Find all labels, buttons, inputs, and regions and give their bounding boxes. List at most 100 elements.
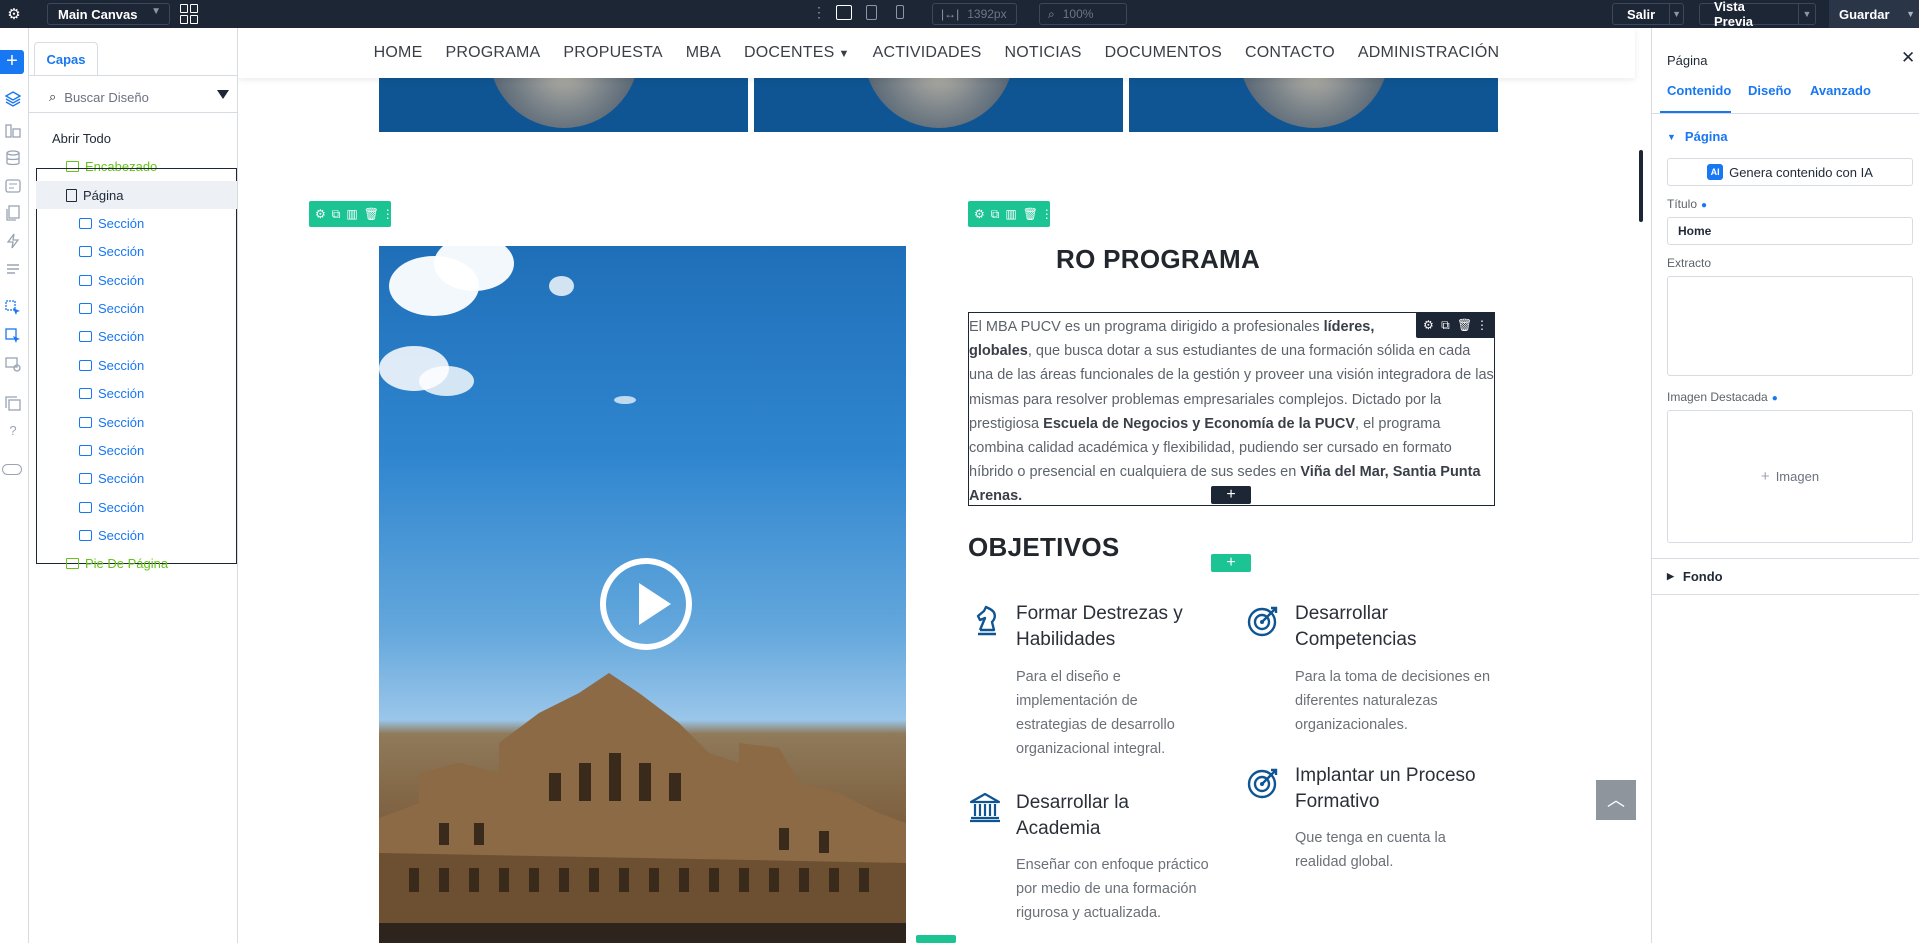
featured-image-picker[interactable]: + Imagen: [1667, 410, 1913, 543]
left-tool-rail: + ?: [0, 28, 29, 943]
save-button[interactable]: Guardar ▼: [1829, 0, 1919, 28]
nav-noticias[interactable]: NOTICIAS: [1005, 44, 1082, 62]
add-element-button[interactable]: +: [0, 50, 24, 74]
duplicate-icon[interactable]: ⧉: [991, 207, 1000, 222]
design-canvas[interactable]: HOME PROGRAMA PROPUESTA MBA DOCENTES ▼ AC…: [238, 28, 1651, 943]
desktop-device-icon[interactable]: [836, 5, 852, 20]
layer-section[interactable]: Sección: [29, 436, 238, 464]
columns-icon[interactable]: ▥: [1005, 207, 1016, 221]
back-to-top-button[interactable]: ︿: [1596, 780, 1636, 820]
chevron-down-icon[interactable]: ▼: [1797, 4, 1815, 24]
mobile-device-icon[interactable]: [896, 5, 904, 19]
campus-photo-circle: [864, 78, 1014, 128]
nav-programa[interactable]: PROGRAMA: [445, 44, 540, 62]
plus-icon: +: [1760, 468, 1770, 485]
nav-docentes[interactable]: DOCENTES ▼: [744, 44, 850, 62]
section-background-toggle[interactable]: ▶ Fondo: [1667, 569, 1723, 584]
forms-icon[interactable]: [5, 178, 21, 194]
tab-design[interactable]: Diseño: [1748, 83, 1791, 98]
multi-select-icon[interactable]: [5, 328, 21, 344]
gear-icon[interactable]: ⚙: [315, 207, 326, 221]
close-icon[interactable]: ✕: [1901, 48, 1915, 68]
tab-content[interactable]: Contenido: [1667, 83, 1731, 98]
layer-section[interactable]: Sección: [29, 237, 238, 265]
layer-page[interactable]: Página: [36, 181, 237, 209]
pages-icon[interactable]: [5, 205, 21, 221]
layer-section[interactable]: Sección: [29, 521, 238, 549]
tab-layers[interactable]: Capas: [34, 42, 98, 76]
cloud: [549, 276, 574, 296]
tab-advanced[interactable]: Avanzado: [1810, 83, 1871, 98]
more-vertical-icon[interactable]: ⋮: [1041, 207, 1053, 221]
intro-paragraph: El MBA PUCV es un programa dirigido a pr…: [969, 319, 1494, 505]
campus-video-image[interactable]: [379, 246, 906, 943]
grid-view-icon[interactable]: [180, 4, 200, 24]
stack-icon[interactable]: [5, 396, 21, 412]
program-intro-text[interactable]: El MBA PUCV es un programa dirigido a pr…: [968, 312, 1495, 506]
templates-icon[interactable]: [5, 356, 21, 372]
layer-section[interactable]: Sección: [29, 209, 238, 237]
layer-footer[interactable]: Pie De Página: [29, 549, 238, 577]
layers-icon[interactable]: [5, 91, 21, 107]
canvas-width-field[interactable]: |↔| 1392px: [932, 3, 1017, 25]
assets-icon[interactable]: [5, 123, 21, 139]
objective-desc: Enseñar con enfoque práctico por medio d…: [1016, 857, 1209, 921]
caret-down-icon: ▼: [1667, 131, 1676, 142]
excerpt-textarea[interactable]: [1667, 276, 1913, 376]
add-element-button[interactable]: [916, 935, 956, 943]
chevron-down-icon[interactable]: ▼: [1906, 9, 1915, 19]
nav-documentos[interactable]: DOCUMENTOS: [1105, 44, 1222, 62]
nav-propuesta[interactable]: PROPUESTA: [563, 44, 662, 62]
layer-section[interactable]: Sección: [29, 294, 238, 322]
trash-icon[interactable]: 🗑: [1023, 207, 1038, 221]
layer-section[interactable]: Sección: [29, 379, 238, 407]
nav-mba[interactable]: MBA: [686, 44, 721, 62]
preview-button[interactable]: Vista Previa ▼: [1699, 0, 1816, 29]
help-icon[interactable]: ?: [5, 423, 21, 439]
layer-section[interactable]: Sección: [29, 322, 238, 350]
trash-icon[interactable]: 🗑: [364, 207, 379, 221]
canvas-scrollbar[interactable]: [1639, 150, 1643, 222]
duplicate-icon[interactable]: ⧉: [332, 207, 341, 222]
excerpt-label: Extracto: [1667, 256, 1712, 270]
interactions-bolt-icon[interactable]: [5, 233, 21, 249]
nav-actividades[interactable]: ACTIVIDADES: [873, 44, 982, 62]
zoom-icon: ⌕: [1048, 6, 1055, 21]
layer-section[interactable]: Sección: [29, 408, 238, 436]
filter-icon[interactable]: [217, 90, 229, 99]
settings-gear-icon[interactable]: ⚙: [0, 0, 28, 28]
play-video-button[interactable]: [600, 558, 692, 650]
nav-administracion[interactable]: ADMINISTRACIÓN: [1358, 44, 1499, 62]
generate-ai-button[interactable]: AI Genera contenido con IA: [1667, 158, 1913, 186]
more-vertical-icon[interactable]: ⋮: [382, 207, 394, 221]
university-building: [379, 673, 906, 943]
layer-section[interactable]: Sección: [29, 464, 238, 492]
nav-contacto[interactable]: CONTACTO: [1245, 44, 1335, 62]
tablet-device-icon[interactable]: [866, 5, 877, 20]
add-element-below-button[interactable]: +: [1211, 486, 1251, 504]
open-all-toggle[interactable]: Abrir Todo: [52, 124, 261, 152]
duplicate-icon[interactable]: ⧉: [1441, 318, 1450, 333]
gear-icon[interactable]: ⚙: [1423, 318, 1434, 332]
nav-home[interactable]: HOME: [374, 44, 423, 62]
layer-section[interactable]: Sección: [29, 266, 238, 294]
section-page-toggle[interactable]: ▼ Página: [1667, 129, 1728, 144]
add-element-button[interactable]: +: [1211, 554, 1251, 572]
drag-handle-icon[interactable]: ⋮: [812, 4, 826, 21]
layer-section[interactable]: Sección: [29, 493, 238, 521]
trash-icon[interactable]: 🗑: [1457, 318, 1472, 332]
columns-icon[interactable]: ▥: [346, 207, 357, 221]
database-icon[interactable]: [5, 150, 21, 166]
exit-button[interactable]: Salir ▼: [1612, 3, 1684, 25]
list-icon[interactable]: [5, 261, 21, 277]
canvas-select[interactable]: Main Canvas ▼: [47, 3, 170, 25]
title-input[interactable]: [1667, 217, 1913, 245]
layer-section[interactable]: Sección: [29, 351, 238, 379]
more-vertical-icon[interactable]: ⋮: [1476, 318, 1488, 332]
gear-icon[interactable]: ⚙: [974, 207, 985, 221]
select-cursor-icon[interactable]: [5, 300, 21, 316]
layers-search[interactable]: ⌕ Buscar Diseño: [49, 86, 229, 108]
chevron-down-icon[interactable]: ▼: [1669, 4, 1683, 24]
zoom-field[interactable]: ⌕ 100%: [1039, 3, 1127, 25]
dark-mode-toggle[interactable]: [2, 464, 22, 475]
